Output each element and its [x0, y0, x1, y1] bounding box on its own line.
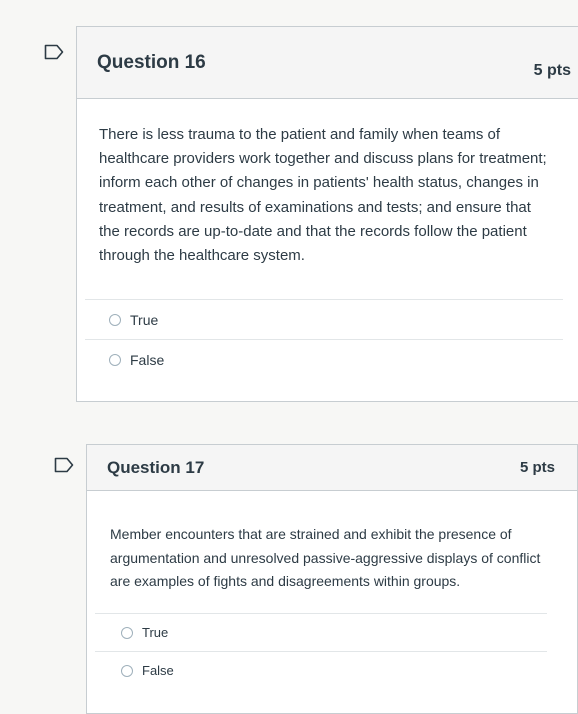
question-title: Question 17: [107, 457, 205, 477]
question-points: 5 pts: [519, 459, 555, 476]
radio-button[interactable]: [121, 664, 133, 677]
flag-question-icon[interactable]: [44, 44, 64, 60]
question-header: Question 16 5 pts: [77, 27, 578, 99]
answer-list: True False: [85, 299, 563, 379]
question-16: Question 16 5 pts There is less trauma t…: [76, 26, 578, 402]
radio-button[interactable]: [121, 626, 133, 639]
answer-label: False: [130, 351, 165, 368]
question-17: Question 17 5 pts Member encounters that…: [86, 444, 578, 714]
question-text: There is less trauma to the patient and …: [99, 126, 547, 265]
radio-button[interactable]: [109, 313, 121, 326]
question-header: Question 17 5 pts: [87, 445, 577, 491]
answer-option-true[interactable]: True: [95, 613, 547, 651]
answer-option-true[interactable]: True: [85, 299, 563, 339]
answer-label: False: [142, 663, 174, 678]
answer-list: True False: [95, 613, 547, 689]
question-title: Question 16: [97, 51, 206, 73]
radio-button[interactable]: [109, 353, 121, 366]
flag-question-icon[interactable]: [54, 457, 74, 473]
answer-label: True: [130, 311, 159, 328]
answer-option-false[interactable]: False: [95, 651, 547, 689]
question-points: 5 pts: [533, 61, 571, 79]
answer-option-false[interactable]: False: [85, 339, 563, 379]
question-text: Member encounters that are strained and …: [110, 526, 541, 589]
answer-label: True: [142, 625, 169, 640]
